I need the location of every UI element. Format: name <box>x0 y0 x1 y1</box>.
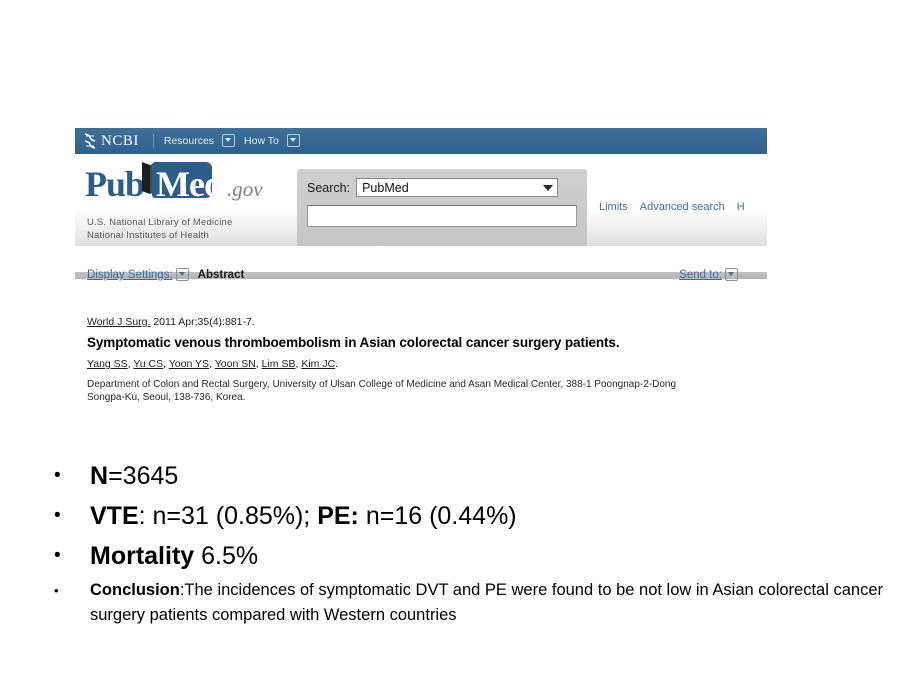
send-to-link[interactable]: Send to: <box>679 269 722 281</box>
bullet-text: Conclusion:The incidences of symptomatic… <box>90 578 886 628</box>
search-panel: Search: PubMed <box>297 169 587 246</box>
list-item: • Conclusion:The incidences of symptomat… <box>46 578 886 628</box>
pubmed-screenshot-image: NCBI Resources How To Pub Med .gov U.S. Na… <box>75 128 767 426</box>
bullet-marker: • <box>54 505 61 526</box>
journal-link[interactable]: World J Surg. <box>87 316 150 328</box>
chevron-down-icon[interactable] <box>286 134 300 147</box>
result-toolbar: Display Settings: Abstract Send to: <box>75 268 767 290</box>
ncbi-logo[interactable]: NCBI <box>83 133 139 150</box>
ncbi-link-resources[interactable]: Resources <box>164 135 214 147</box>
bullet-marker: • <box>54 465 61 486</box>
article-affiliation: Department of Colon and Rectal Surgery, … <box>87 379 677 403</box>
bullet-text: N=3645 <box>90 458 886 494</box>
bullet-text: Mortality 6.5% <box>90 538 886 574</box>
pubmed-logo[interactable]: Pub Med .gov <box>85 162 263 206</box>
article-abstract-block: World J Surg. 2011 Apr;35(4):881-7. Symp… <box>87 316 747 404</box>
article-title: Symptomatic venous thromboembolism in As… <box>87 335 620 350</box>
bullet-value-secondary: n=16 (0.44%) <box>358 502 517 530</box>
list-item: • VTE: n=31 (0.85%); PE: n=16 (0.44%) <box>46 498 886 534</box>
tagline-line-2: National Institutes of Health <box>87 230 209 241</box>
chevron-down-icon[interactable] <box>175 268 189 281</box>
search-database-row: Search: PubMed <box>307 178 559 197</box>
bullet-marker: • <box>54 545 61 566</box>
search-utility-links: Limits Advanced search H <box>599 201 745 213</box>
bullet-label: Conclusion <box>90 581 180 599</box>
summary-bullet-list: • N=3645 • VTE: n=31 (0.85%); PE: n=16 (… <box>46 458 886 628</box>
author-link[interactable]: Yang SS <box>87 358 128 370</box>
link-advanced-search[interactable]: Advanced search <box>640 201 725 213</box>
list-item: • N=3645 <box>46 458 886 494</box>
article-citation: World J Surg. 2011 Apr;35(4):881-7. <box>87 316 747 328</box>
author-link[interactable]: Kim JC <box>301 358 335 370</box>
bullet-text: VTE: n=31 (0.85%); PE: n=16 (0.44%) <box>90 498 886 534</box>
author-link[interactable]: Yu CS <box>133 358 163 370</box>
chevron-down-icon[interactable] <box>725 268 738 281</box>
article-authors: Yang SS, Yu CS, Yoon YS, Yoon SN, Lim SB… <box>87 358 339 370</box>
pubmed-tagline: U.S. National Library of Medicine Nation… <box>87 216 232 242</box>
header-divider <box>152 134 154 148</box>
database-select[interactable]: PubMed <box>356 178 559 197</box>
bullet-label: Mortality <box>90 542 195 570</box>
pubmed-logo-med-block: Med <box>140 162 226 204</box>
bullet-value: :The incidences of symptomatic DVT and P… <box>90 581 883 624</box>
send-to-group: Send to: <box>679 268 747 282</box>
pubmed-logo-band: Pub Med .gov U.S. National Library of Medi… <box>75 154 767 279</box>
search-label: Search: <box>307 180 351 195</box>
ncbi-brand-text: NCBI <box>101 132 139 149</box>
pubmed-logo-gov: .gov <box>227 177 263 201</box>
author-link[interactable]: Lim SB <box>262 358 296 370</box>
database-select-value: PubMed <box>362 180 409 195</box>
bullet-label-secondary: PE: <box>317 502 359 530</box>
list-item: • Mortality 6.5% <box>46 538 886 574</box>
bullet-value: 6.5% <box>194 542 259 570</box>
chevron-down-icon[interactable] <box>222 134 236 147</box>
bullet-marker: • <box>54 583 59 598</box>
display-settings-link[interactable]: Display Settings: <box>87 269 173 281</box>
author-link[interactable]: Yoon YS <box>169 358 209 370</box>
display-settings-current-view: Abstract <box>197 269 245 281</box>
ncbi-helix-icon <box>83 133 97 149</box>
author-link[interactable]: Yoon SN <box>215 358 256 370</box>
search-input[interactable] <box>307 205 577 227</box>
bullet-value: =3645 <box>108 462 179 490</box>
bullet-label: VTE <box>90 502 139 530</box>
ncbi-header-bar: NCBI Resources How To <box>75 128 767 154</box>
link-limits[interactable]: Limits <box>599 201 628 213</box>
caret-down-icon <box>543 184 554 191</box>
link-help[interactable]: H <box>737 201 745 213</box>
bullet-label: N <box>90 462 109 490</box>
display-settings-group: Display Settings: Abstract <box>87 268 244 282</box>
pubmed-logo-med: Med <box>156 164 224 204</box>
bullet-value: : n=31 (0.85%); <box>138 502 318 530</box>
tagline-line-1: U.S. National Library of Medicine <box>87 217 233 228</box>
pubmed-logo-pub: Pub <box>85 164 145 204</box>
ncbi-link-how-to[interactable]: How To <box>244 135 279 147</box>
citation-detail: 2011 Apr;35(4):881-7. <box>150 316 255 328</box>
